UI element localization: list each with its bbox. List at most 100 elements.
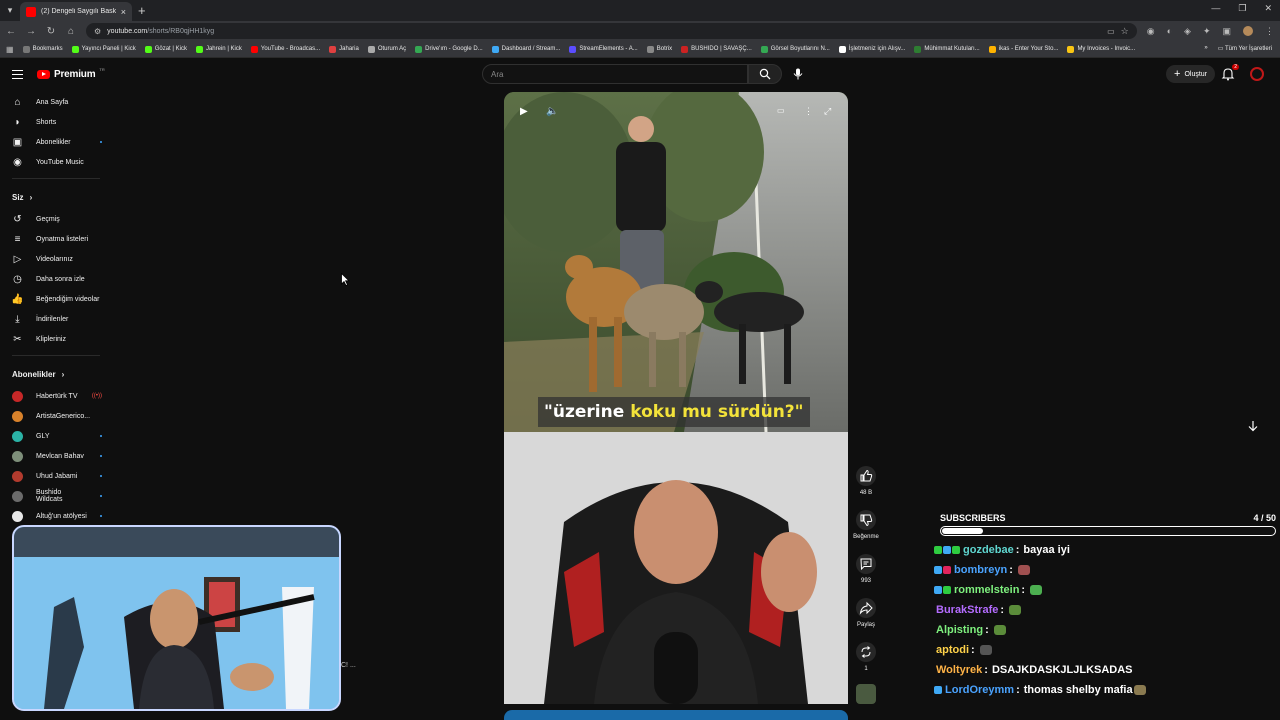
bookmark-label: İşletmeniz için Alışv... [848, 46, 906, 52]
more-options-icon[interactable]: ⋮ [804, 106, 813, 117]
create-button[interactable]: + Oluştur [1166, 65, 1215, 83]
extension-icon[interactable]: ◐ [1167, 26, 1172, 37]
extension-icon[interactable]: ◈ [1184, 26, 1191, 37]
sidebar-subscription[interactable]: Altuğ'un atölyesi [0, 506, 112, 526]
forward-icon[interactable]: → [26, 26, 36, 37]
bookmark-item[interactable]: İşletmeniz için Alışv... [838, 45, 906, 53]
chat-username: aptodi [936, 644, 969, 656]
restore-icon[interactable]: ❐ [1238, 3, 1246, 14]
bookmark-item[interactable]: Görsel Boyutlarını N... [760, 45, 830, 53]
voice-search-button[interactable] [788, 64, 808, 84]
sidebar-item-liked[interactable]: 👍 Beğendiğim videolar [0, 289, 112, 309]
sidebar-item-music[interactable]: ◉ YouTube Music [0, 152, 112, 172]
remix-button[interactable] [856, 642, 876, 662]
url-field[interactable]: ⚙ youtube.com/shorts/RB0qjHH1kyg ▭ ☆ [86, 23, 1137, 39]
notifications-button[interactable]: 2 [1221, 64, 1239, 81]
chat-separator: : [971, 644, 975, 656]
like-button[interactable] [856, 466, 876, 486]
search-button[interactable] [748, 64, 782, 84]
volume-icon[interactable]: 🔈 [546, 106, 558, 117]
bookmark-item[interactable]: ikas - Enter Your Sto... [988, 45, 1058, 53]
close-window-icon[interactable]: ✕ [1264, 3, 1272, 14]
browser-tab-bar: ▾ (2) Dengeli Saygılı Baskın #köpek × + … [0, 0, 1280, 21]
extension-icon[interactable]: ▣ [1222, 26, 1231, 37]
bookmark-item[interactable]: Oturum Aç [367, 45, 406, 53]
site-info-icon[interactable]: ⚙ [94, 27, 101, 36]
chat-username: Woltyrek [936, 664, 983, 676]
bookmark-item[interactable]: Jaharia [329, 45, 359, 53]
menu-icon[interactable] [12, 70, 23, 79]
bookmark-item[interactable]: Botrix [646, 45, 672, 53]
bookmark-item[interactable]: Dashboard / Stream... [491, 45, 560, 53]
remix-button-group: 1 [849, 642, 883, 672]
bookmark-item[interactable]: Jahrein | Kick [195, 45, 242, 53]
account-avatar[interactable] [1250, 67, 1264, 81]
chat-username: rommelstein [954, 584, 1020, 596]
sidebar-subscription[interactable]: Uhud Jabami [0, 466, 112, 486]
bookmark-star-icon[interactable]: ☆ [1121, 26, 1129, 37]
youtube-premium-logo[interactable]: Premium TR [37, 67, 105, 80]
minimize-icon[interactable]: — [1211, 3, 1220, 14]
captions-icon[interactable]: ▭ [777, 106, 785, 115]
sidebar-item-shorts[interactable]: ◗ Shorts [0, 112, 112, 132]
more-bookmarks-icon[interactable]: » [1204, 45, 1207, 52]
bookmark-item[interactable]: My Invoices - Invoic... [1067, 45, 1135, 53]
home-browser-icon[interactable]: ⌂ [66, 26, 76, 37]
notification-count-badge: 2 [1232, 64, 1239, 70]
chat-text: bayaa iyi [1023, 544, 1070, 556]
bookmark-item[interactable]: Gözat | Kick [144, 45, 187, 53]
download-icon: ⤓ [15, 313, 20, 325]
liked-icon: 👍 [11, 293, 24, 305]
back-icon[interactable]: ← [6, 26, 16, 37]
close-tab-icon[interactable]: × [121, 7, 126, 17]
sidebar-subscription[interactable]: Mevlcan Bahav [0, 446, 112, 466]
play-icon[interactable]: ▶ [520, 106, 528, 117]
like-button-label: 48 B [859, 490, 873, 496]
sidebar-item-clips[interactable]: ✂ Klipleriniz [0, 329, 112, 349]
sidebar-item-your-videos[interactable]: ▷ Videolarınız [0, 249, 112, 269]
chat-badge-icon [934, 686, 942, 694]
browser-tab-active[interactable]: (2) Dengeli Saygılı Baskın #köpek × [20, 2, 132, 21]
sidebar-subscription[interactable]: ArtistaGenerico... [0, 406, 112, 426]
browser-menu-icon[interactable]: ⋮ [1265, 26, 1274, 37]
reload-icon[interactable]: ↻ [46, 26, 56, 37]
bookmark-item[interactable]: BUSHIDO | SAVAŞÇ... [681, 45, 752, 53]
extensions-puzzle-icon[interactable]: ✦ [1203, 26, 1211, 37]
bookmark-item[interactable]: Drive'ım - Google D... [415, 45, 483, 53]
sidebar-item-download[interactable]: ⤓ İndirilenler [0, 309, 112, 329]
sidebar-item-watch-later[interactable]: ◷ Daha sonra izle [0, 269, 112, 289]
arrow-down-icon[interactable] [1247, 420, 1259, 432]
section-subscriptions-heading[interactable]: Abonelikler › [0, 362, 112, 386]
sidebar-item-playlist[interactable]: ≡ Oynatma listeleri [0, 229, 112, 249]
next-short-preview[interactable] [504, 710, 848, 720]
tab-search-icon[interactable]: ▾ [0, 5, 20, 16]
fullscreen-icon[interactable]: ⤢ [824, 106, 831, 117]
profile-avatar[interactable] [1243, 25, 1253, 36]
dislike-button[interactable] [856, 510, 876, 530]
short-video-player[interactable]: ▶ 🔈 ▭ ⋮ ⤢ "üzerine koku mu sürdün?" [504, 92, 848, 432]
bookmark-item[interactable]: YouTube - Broadcas... [250, 45, 320, 53]
all-bookmarks-button[interactable]: ▭ Tüm Yer İşaretleri [1218, 45, 1272, 52]
audio-source-thumbnail[interactable] [856, 684, 876, 704]
sidebar-subscription[interactable]: Bushido Wildcats [0, 486, 112, 506]
bookmark-item[interactable]: Bookmarks [22, 45, 63, 53]
cast-icon[interactable]: ▭ [1107, 27, 1115, 36]
comments-button[interactable] [856, 554, 876, 574]
bookmark-favicon [144, 45, 152, 53]
bookmark-item[interactable]: Mühimmat Kutuları... [914, 45, 980, 53]
bookmark-item[interactable]: StreamElements - A... [569, 45, 638, 53]
sidebar-item-home[interactable]: ⌂ Ana Sayfa [0, 92, 112, 112]
sidebar-subscription[interactable]: GLY [0, 426, 112, 446]
sidebar-item-history[interactable]: ↺ Geçmiş [0, 209, 112, 229]
apps-grid-icon[interactable]: ▦ [6, 45, 14, 54]
new-tab-icon[interactable]: + [138, 3, 146, 18]
youtube-header: Premium TR + Oluştur 2 [0, 58, 1280, 92]
sidebar-item-subscriptions[interactable]: ▣ Abonelikler [0, 132, 112, 152]
share-button[interactable] [856, 598, 876, 618]
search-input[interactable] [491, 69, 739, 79]
bookmark-item[interactable]: Yayıncı Paneli | Kick [71, 45, 136, 53]
section-you-heading[interactable]: Siz › [0, 185, 112, 209]
sidebar-item-label: Ana Sayfa [36, 98, 69, 106]
extension-icon[interactable]: ◉ [1147, 26, 1155, 37]
sidebar-subscription[interactable]: Habertürk TV ((•)) [0, 386, 112, 406]
